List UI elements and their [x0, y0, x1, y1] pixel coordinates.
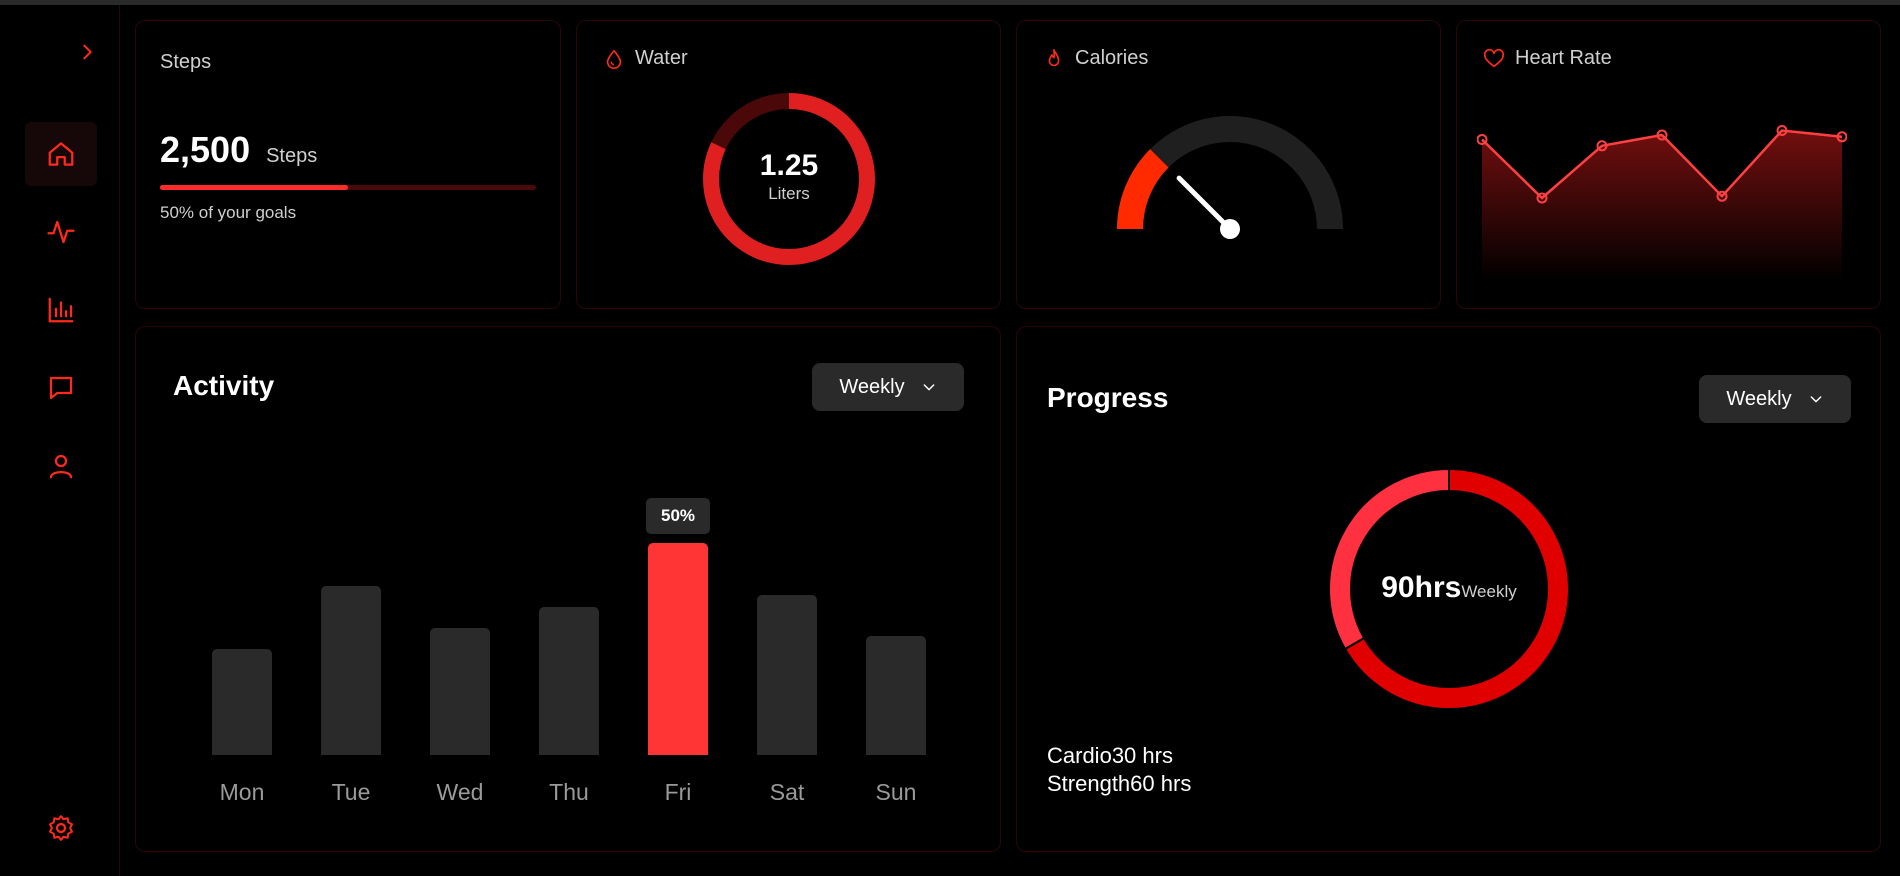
activity-bar-sun[interactable] — [866, 636, 926, 755]
activity-day-label: Wed — [436, 779, 484, 805]
activity-day-label: Sun — [875, 779, 917, 805]
heart-rate-chart — [1477, 125, 1847, 281]
steps-title: Steps — [160, 51, 212, 73]
chevron-right-icon — [83, 44, 92, 60]
steps-unit: Steps — [266, 145, 318, 167]
legend-item-cardio: Cardio30 hrs — [1047, 743, 1173, 768]
calories-gauge — [1117, 116, 1343, 239]
activity-bar-tue[interactable] — [321, 585, 381, 755]
heart-rate-card: Heart Rate — [1456, 20, 1881, 309]
calories-gauge-hub — [1220, 219, 1240, 239]
steps-value: 2,500 — [160, 129, 251, 170]
steps-progress-bar — [160, 185, 536, 190]
activity-bar-sat[interactable] — [757, 595, 817, 755]
water-title: Water — [635, 47, 688, 69]
water-title-row: Water — [603, 47, 688, 70]
activity-bar-fri[interactable] — [648, 543, 708, 755]
progress-card: Progress Weekly 90hrs Weekly Cardio30 hr… — [1016, 326, 1881, 852]
steps-value-row: 2,500 Steps — [160, 129, 317, 171]
legend-item-strength: Strength60 hrs — [1047, 771, 1192, 796]
home-icon — [48, 142, 74, 166]
activity-day-label: Sat — [769, 779, 805, 805]
progress-dropdown-label: Weekly — [1726, 387, 1792, 410]
progress-center-caption: Weekly — [1461, 582, 1517, 601]
steps-card: Steps 2,500 Steps 50% of your goals — [135, 20, 561, 309]
sidebar-item-statistics[interactable] — [25, 278, 97, 342]
sidebar-item-home[interactable] — [25, 122, 97, 186]
steps-progress-fill — [160, 185, 348, 190]
sidebar-item-settings[interactable] — [25, 796, 97, 860]
sidebar — [0, 5, 120, 876]
calories-title: Calories — [1075, 47, 1149, 69]
calories-gauge-needle — [1176, 175, 1233, 232]
steps-goal-text: 50% of your goals — [160, 203, 297, 222]
heart-icon — [1483, 48, 1505, 67]
heart-rate-title-row: Heart Rate — [1483, 47, 1612, 70]
water-card: Water 1.25 Liters — [576, 20, 1001, 309]
progress-slice-cardio[interactable] — [1329, 469, 1450, 651]
activity-bar-wed[interactable] — [430, 627, 490, 755]
activity-bar-thu[interactable] — [539, 607, 599, 755]
calories-card: Calories — [1016, 20, 1441, 309]
activity-bar-chart: Mon Tue Wed Thu Fri 50% Sat Sun — [136, 327, 1002, 853]
chevron-down-icon — [1810, 396, 1822, 403]
activity-card: Activity Weekly Mon Tue Wed Thu Fri 50% Sat Sun — [135, 326, 1001, 852]
progress-center-label: 90hrs Weekly — [1329, 571, 1569, 605]
activity-day-label: Tue — [331, 779, 371, 805]
water-value: 1.25 — [759, 149, 819, 182]
activity-day-label: Thu — [549, 779, 589, 805]
heart-rate-area — [1482, 130, 1842, 281]
sidebar-toggle-button[interactable] — [70, 35, 104, 69]
calories-title-row: Calories — [1043, 47, 1148, 70]
progress-period-dropdown[interactable]: Weekly — [1699, 375, 1851, 423]
heart-rate-title: Heart Rate — [1515, 47, 1612, 69]
water-drop-icon — [606, 48, 622, 69]
progress-title: Progress — [1047, 382, 1169, 413]
bar-chart-icon — [48, 297, 74, 323]
activity-icon — [47, 220, 75, 244]
sidebar-item-profile[interactable] — [25, 434, 97, 498]
window-top-border — [0, 0, 1900, 5]
activity-day-label: Mon — [219, 779, 265, 805]
progress-center-value: 90hrs — [1381, 571, 1462, 604]
user-icon — [49, 454, 73, 479]
activity-day-label: Fri — [664, 779, 692, 805]
sidebar-item-messages[interactable] — [25, 356, 97, 420]
gear-icon — [49, 815, 73, 841]
calories-gauge-track — [1117, 116, 1343, 230]
water-unit: Liters — [768, 184, 810, 203]
sidebar-item-activity[interactable] — [25, 200, 97, 264]
progress-legend: Cardio30 hrs Strength60 hrs — [1047, 742, 1191, 798]
activity-bar-tooltip: 50% — [646, 498, 710, 535]
activity-bar-mon[interactable] — [212, 648, 272, 755]
message-icon — [49, 376, 73, 400]
calories-gauge-fill — [1117, 149, 1169, 230]
flame-icon — [1048, 48, 1060, 66]
